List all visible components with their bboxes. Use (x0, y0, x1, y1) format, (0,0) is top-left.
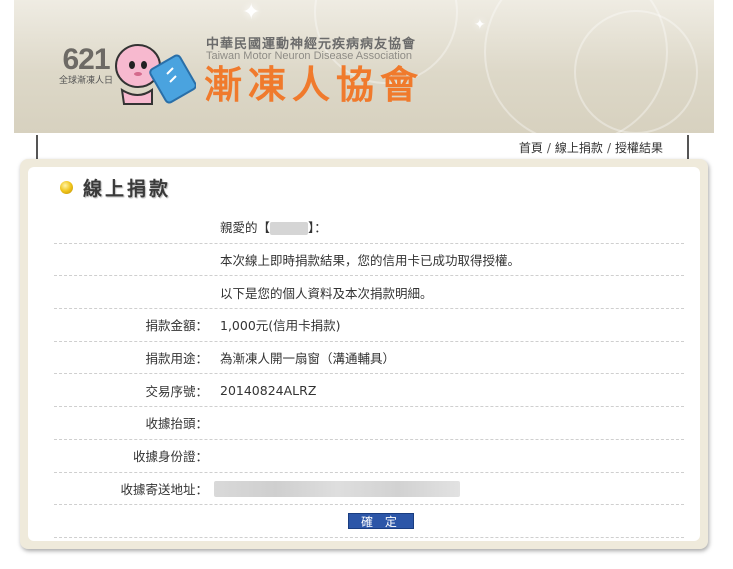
detail-row-receipt-id: 收據身份證： (54, 440, 684, 473)
breadcrumb-separator: / (546, 141, 551, 155)
section-title: 線上捐款 (83, 178, 172, 200)
greeting-row: 親愛的【 】： (54, 211, 684, 244)
detail-label: 收據寄送地址： (120, 481, 208, 497)
confirm-row: 確 定 (54, 505, 684, 538)
redacted-name (270, 222, 309, 236)
detail-label: 收據身份證： (132, 449, 208, 465)
detail-label: 捐款金額： (145, 318, 208, 334)
breadcrumb-home[interactable]: 首頁 (519, 141, 543, 155)
authorization-message: 本次線上即時捐款結果，您的信用卡已成功取得授權。 (220, 253, 521, 269)
logo-subtitle: 全球漸凍人日 (58, 76, 113, 86)
detail-row-transaction-id: 交易序號： 20140824ALRZ (54, 374, 684, 408)
detail-row-amount: 捐款金額： 1,000元(信用卡捐款) (54, 309, 684, 342)
detail-value: 20140824ALRZ (220, 382, 317, 398)
breadcrumb: 首頁 / 線上捐款 / 授權結果 (519, 139, 663, 156)
bullet-icon (60, 181, 73, 194)
day-621-logo: 621 全球漸凍人日 (56, 45, 116, 87)
breadcrumb-current: 授權結果 (614, 141, 663, 155)
redacted-address (214, 480, 460, 497)
logo-number: 621 (62, 43, 110, 76)
detail-label: 收據抬頭： (145, 416, 208, 432)
detail-label: 交易序號： (145, 383, 208, 399)
donation-result-list: 親愛的【 】： 本次線上即時捐款結果，您的信用卡已成功取得授權。 以下是您的個人資… (54, 211, 684, 538)
breadcrumb-separator: / (606, 141, 611, 155)
confirm-button[interactable]: 確 定 (348, 513, 414, 530)
sparkle-icon: ✦ (474, 17, 486, 33)
header-banner: ✦ ✦ 621 全球漸凍人日 中華民國運動神經元疾病病友協會 Taiwan Mo… (14, 0, 714, 133)
detail-value: 1,000元(信用卡捐款) (220, 318, 341, 334)
message-row: 以下是您的個人資料及本次捐款明細。 (54, 276, 684, 310)
decorative-swirl (574, 10, 698, 133)
greeting-suffix: 】： (308, 220, 327, 236)
greeting-prefix: 親愛的【 (220, 220, 271, 236)
detail-row-receipt-address: 收據寄送地址： (54, 473, 684, 506)
section-heading: 線上捐款 (60, 174, 171, 201)
detail-label: 捐款用途： (145, 351, 208, 367)
org-short-name: 漸凍人協會 (204, 63, 425, 107)
detail-value: 為漸凍人開一扇窗（溝通輔具） (220, 351, 396, 367)
detail-row-receipt-title: 收據抬頭： (54, 407, 684, 440)
detail-row-purpose: 捐款用途： 為漸凍人開一扇窗（溝通輔具） (54, 342, 684, 375)
mascot-icon (115, 44, 196, 105)
breadcrumb-online-donation[interactable]: 線上捐款 (555, 141, 603, 155)
message-row: 本次線上即時捐款結果，您的信用卡已成功取得授權。 (54, 244, 684, 277)
org-full-name-en: Taiwan Motor Neuron Disease Association (206, 50, 413, 62)
sparkle-icon: ✦ (242, 0, 261, 25)
details-intro-message: 以下是您的個人資料及本次捐款明細。 (220, 285, 433, 301)
